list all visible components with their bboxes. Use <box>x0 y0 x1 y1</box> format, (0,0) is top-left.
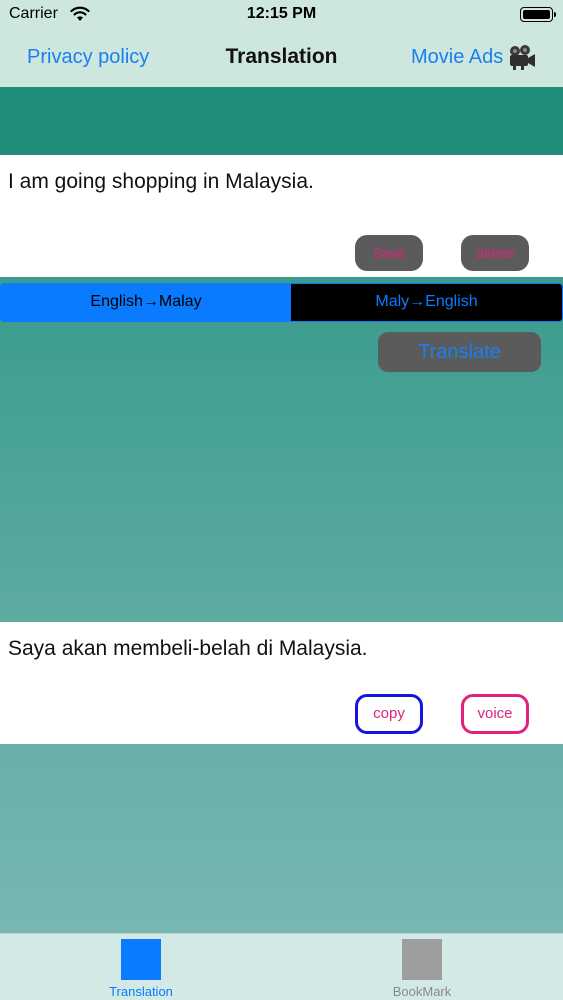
tab-bookmark[interactable]: BookMark <box>352 934 492 1000</box>
input-text[interactable]: I am going shopping in Malaysia. <box>8 170 314 194</box>
copy-button[interactable]: copy <box>355 694 423 734</box>
tab-bar: Translation BookMark <box>0 933 563 1000</box>
tab-label: Translation <box>109 984 173 999</box>
tab-translation[interactable]: Translation <box>71 934 211 1000</box>
bookmark-tab-icon <box>402 939 442 980</box>
input-panel[interactable]: I am going shopping in Malaysia. Save de… <box>0 155 563 277</box>
translation-tab-icon <box>121 939 161 980</box>
tab-label: BookMark <box>392 984 452 999</box>
segment-english-to-malay[interactable]: English→Malay <box>1 284 291 321</box>
delete-button[interactable]: delete <box>461 235 529 271</box>
status-bar: Carrier 12:15 PM <box>0 0 563 30</box>
output-text: Saya akan membeli-belah di Malaysia. <box>8 637 368 660</box>
battery-icon <box>520 7 556 22</box>
direction-segmented-control[interactable]: English→Malay Maly→English <box>0 283 563 322</box>
translate-button[interactable]: Translate <box>378 332 541 372</box>
navigation-bar: Privacy policy Translation Movie Ads <box>0 30 563 87</box>
movie-ads-link[interactable]: Movie Ads <box>411 46 503 69</box>
camera-icon[interactable] <box>508 44 536 70</box>
segment-malay-to-english[interactable]: Maly→English <box>291 284 562 321</box>
clock: 12:15 PM <box>246 5 317 22</box>
save-button[interactable]: Save <box>355 235 423 271</box>
voice-button[interactable]: voice <box>461 694 529 734</box>
output-panel: Saya akan membeli-belah di Malaysia. cop… <box>0 622 563 744</box>
header-band <box>0 87 563 155</box>
